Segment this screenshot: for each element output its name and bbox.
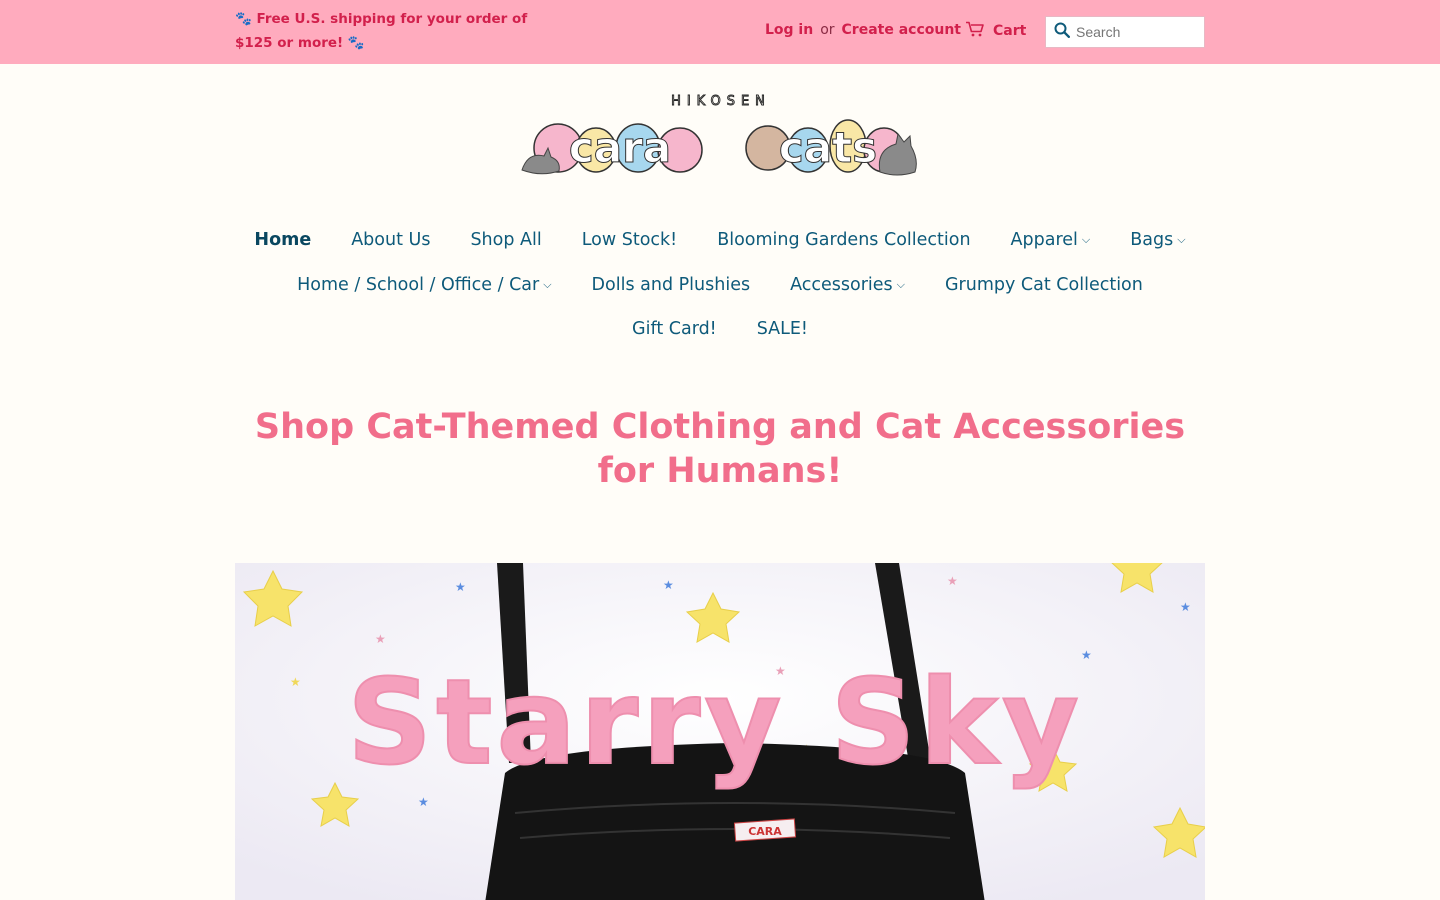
nav-accessories[interactable]: Accessories ⌵	[790, 275, 905, 295]
svg-text:★: ★	[290, 675, 301, 689]
cart-label: Cart	[993, 23, 1027, 39]
or-separator: or	[820, 22, 835, 38]
account-links: Log in or Create account	[765, 22, 961, 38]
hero-image: ★ ★ ★ ★ ★ ★ ★ ★ ★ ★ CARA Starry Sky	[235, 563, 1205, 900]
search-icon[interactable]	[1054, 22, 1070, 42]
nav-bags-label: Bags	[1130, 230, 1174, 251]
hero-banner[interactable]: ★ ★ ★ ★ ★ ★ ★ ★ ★ ★ CARA Starry Sky	[235, 563, 1205, 900]
nav-row-3: Gift Card! SALE!	[235, 307, 1205, 352]
svg-text:★: ★	[1180, 600, 1191, 614]
create-account-link[interactable]: Create account	[842, 22, 961, 38]
nav-home-school-label: Home / School / Office / Car	[297, 274, 540, 295]
cart-icon	[965, 21, 985, 41]
nav-blooming-gardens[interactable]: Blooming Gardens Collection	[717, 230, 970, 250]
site-logo[interactable]: HIKOSEN cara cats	[518, 92, 922, 188]
nav-home[interactable]: Home	[254, 230, 311, 250]
search-box[interactable]	[1045, 16, 1205, 48]
svg-text:★: ★	[455, 580, 466, 594]
bag-tag: CARA	[733, 818, 797, 842]
login-link[interactable]: Log in	[765, 22, 813, 38]
nav-low-stock[interactable]: Low Stock!	[582, 230, 677, 250]
nav-accessories-label: Accessories	[790, 274, 893, 295]
announcement-bar: 🐾 Free U.S. shipping for your order of $…	[0, 0, 1440, 64]
nav-about-us[interactable]: About Us	[351, 230, 430, 250]
logo-brand-text: HIKOSEN	[671, 94, 771, 109]
nav-row-2: Home / School / Office / Car ⌵ Dolls and …	[235, 263, 1205, 308]
svg-text:★: ★	[375, 632, 386, 646]
svg-text:★: ★	[947, 574, 958, 588]
hero-title: Starry Sky	[347, 653, 1083, 791]
nav-grumpy-cat[interactable]: Grumpy Cat Collection	[945, 275, 1143, 295]
svg-text:cats: cats	[779, 123, 877, 172]
nav-home-school-office-car[interactable]: Home / School / Office / Car ⌵	[297, 275, 551, 295]
nav-shop-all[interactable]: Shop All	[470, 230, 541, 250]
shipping-promo: 🐾 Free U.S. shipping for your order of $…	[235, 11, 528, 51]
main-nav: Home About Us Shop All Low Stock! Bloomi…	[235, 218, 1205, 352]
chevron-down-icon: ⌵	[1081, 233, 1091, 247]
page-title: Shop Cat-Themed Clothing and Cat Accesso…	[254, 407, 1186, 491]
svg-text:CARA: CARA	[748, 825, 782, 838]
nav-gift-card[interactable]: Gift Card!	[632, 319, 717, 339]
nav-bags[interactable]: Bags ⌵	[1130, 230, 1185, 250]
chevron-down-icon: ⌵	[1177, 233, 1186, 247]
nav-apparel-label: Apparel	[1010, 230, 1078, 251]
nav-row-1: Home About Us Shop All Low Stock! Bloomi…	[235, 218, 1205, 263]
chevron-down-icon: ⌵	[896, 277, 905, 291]
nav-dolls-plushies[interactable]: Dolls and Plushies	[592, 275, 751, 295]
svg-text:★: ★	[418, 795, 429, 809]
svg-text:★: ★	[663, 578, 674, 592]
cart-link[interactable]: Cart	[965, 21, 1026, 41]
chevron-down-icon: ⌵	[543, 277, 552, 291]
svg-text:cara: cara	[569, 123, 671, 172]
nav-apparel[interactable]: Apparel ⌵	[1011, 230, 1091, 250]
search-input[interactable]	[1076, 24, 1196, 40]
nav-sale[interactable]: SALE!	[757, 319, 808, 339]
